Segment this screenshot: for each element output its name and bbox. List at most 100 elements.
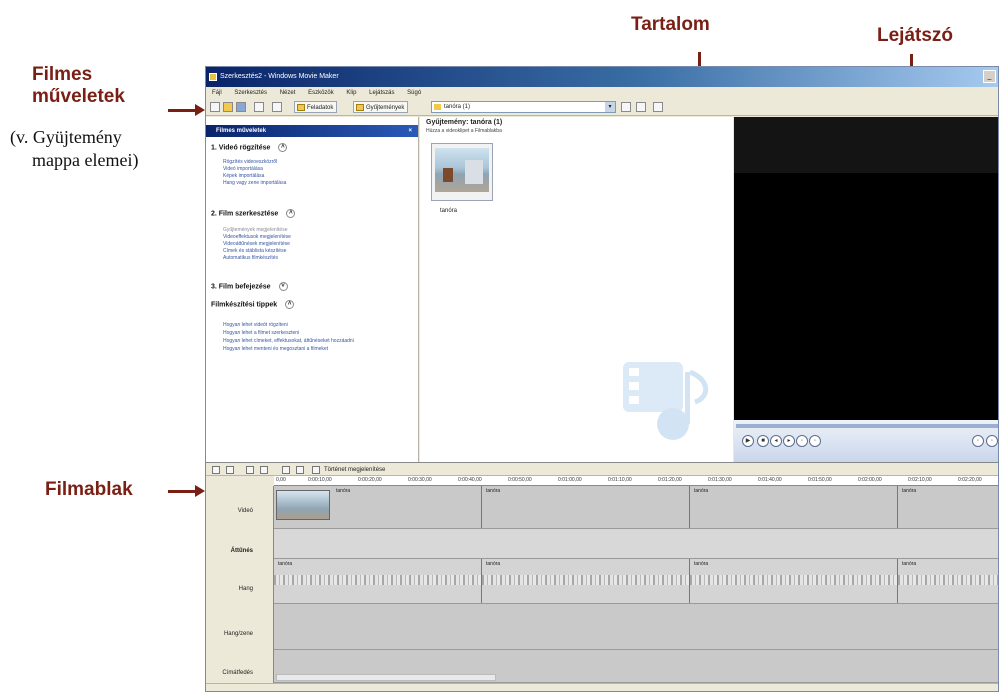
video-clip[interactable]: tanóra	[482, 486, 690, 528]
status-bar	[206, 683, 998, 691]
link-capture-from-device[interactable]: Rögzítés videoeszközről	[223, 159, 277, 165]
audio-clip-label: tanóra	[278, 561, 293, 567]
audio-clip[interactable]: tanóra	[482, 559, 690, 603]
link-tip-effects[interactable]: Hogyan lehet címeket, effektusokat, áttű…	[223, 338, 354, 344]
audio-clip-label: tanóra	[902, 561, 917, 567]
zoom-out-icon[interactable]	[260, 466, 268, 474]
video-clip-label: tanóra	[694, 488, 709, 494]
zoom-in-icon[interactable]	[246, 466, 254, 474]
audio-track[interactable]: tanóra tanóra tanóra tanóra	[274, 559, 998, 604]
menu-edit[interactable]: Szerkesztés	[234, 90, 267, 96]
redo-icon[interactable]	[272, 102, 282, 112]
collapse-icon[interactable]: ˄	[278, 143, 288, 152]
link-view-collections[interactable]: Gyűjtemények megjelenítése	[223, 227, 287, 233]
timeline-scrollbar[interactable]	[276, 674, 496, 681]
take-picture-button[interactable]: ◦	[986, 435, 998, 447]
ruler-tick: 0:00:40,00	[458, 477, 482, 483]
annotation-player: Lejátszó	[877, 25, 954, 46]
open-project-icon[interactable]	[223, 102, 233, 112]
narrate-icon[interactable]	[212, 466, 220, 474]
transition-track[interactable]	[274, 529, 998, 559]
seek-bar[interactable]	[736, 424, 998, 428]
stop-button[interactable]: ■	[757, 435, 769, 447]
window-title: Szerkesztés2 - Windows Movie Maker	[220, 73, 339, 80]
link-view-video-transitions[interactable]: Videoáttűnések megjelenítése	[223, 241, 290, 247]
new-project-icon[interactable]	[210, 102, 220, 112]
split-button[interactable]: ◦	[796, 435, 808, 447]
video-clip[interactable]: tanóra	[274, 486, 482, 528]
expand-icon[interactable]: ˅	[278, 282, 288, 291]
collapse-icon[interactable]: ˄	[285, 300, 295, 309]
audio-clip[interactable]: tanóra	[274, 559, 482, 603]
link-import-audio[interactable]: Hang vagy zene importálása	[223, 180, 286, 186]
tasks-button[interactable]: Feladatok	[294, 101, 338, 113]
annotation-collection-line2: mappa elemei)	[32, 149, 139, 170]
section-movie-tips[interactable]: Filmkészítési tippek ˄	[211, 300, 295, 309]
audio-waveform	[274, 575, 481, 585]
link-make-titles[interactable]: Címek és stáblista készítése	[223, 248, 286, 254]
video-clip[interactable]: tanóra	[690, 486, 898, 528]
music-track[interactable]	[274, 604, 998, 650]
collections-button[interactable]: Gyűjtemények	[353, 101, 409, 113]
section-title: 3. Film befejezése	[211, 283, 271, 291]
minimize-button[interactable]: _	[983, 70, 996, 83]
link-tip-capture[interactable]: Hogyan lehet videót rögzíteni	[223, 322, 288, 328]
timeline-ruler[interactable]: 0,00 0:00:10,00 0:00:20,00 0:00:30,00 0:…	[274, 476, 998, 486]
up-folder-icon[interactable]	[621, 102, 631, 112]
audio-clip[interactable]: tanóra	[898, 559, 998, 603]
fullscreen-button[interactable]: ◦	[972, 435, 984, 447]
play-button[interactable]: ▶	[742, 435, 754, 447]
ruler-tick: 0:02:00,00	[858, 477, 882, 483]
menu-clip[interactable]: Klip	[346, 90, 356, 96]
chevron-down-icon[interactable]: ▾	[605, 102, 615, 112]
section-title: Filmkészítési tippek	[211, 301, 278, 309]
collection-select[interactable]: tanóra (1) ▾	[431, 101, 616, 113]
clip-preview-image	[435, 148, 489, 192]
ruler-tick: 0:00:20,00	[358, 477, 382, 483]
video-clip[interactable]: tanóra	[898, 486, 998, 528]
menu-view[interactable]: Nézet	[280, 90, 296, 96]
section-title: 2. Film szerkesztése	[211, 210, 279, 218]
views-icon[interactable]	[653, 102, 663, 112]
rewind-icon[interactable]	[282, 466, 290, 474]
menu-play[interactable]: Lejátszás	[369, 90, 394, 96]
clip-thumbnail[interactable]	[431, 143, 493, 201]
link-tip-edit[interactable]: Hogyan lehet a filmet szerkeszteni	[223, 330, 299, 336]
snapshot-button[interactable]: ◦	[809, 435, 821, 447]
link-import-pictures[interactable]: Képek importálása	[223, 173, 264, 179]
play-timeline-icon[interactable]	[296, 466, 304, 474]
track-label-video: Videó	[237, 508, 253, 514]
timeline-toolbar: Történet megjelenítése	[206, 462, 998, 477]
video-track[interactable]: tanóra tanóra tanóra tanóra	[274, 486, 998, 529]
new-folder-icon[interactable]	[636, 102, 646, 112]
clip-label: tanóra	[440, 208, 458, 214]
section-capture-video[interactable]: 1. Videó rögzítése ˄	[211, 143, 288, 152]
close-icon[interactable]: ×	[408, 125, 412, 137]
annotation-film-tasks-line1: Filmes	[32, 64, 93, 85]
track-labels: Videó Áttűnés Hang Hang/zene Címátfedés	[206, 486, 274, 691]
menu-file[interactable]: Fájl	[212, 90, 222, 96]
link-automovie[interactable]: Automatikus filmkészítés	[223, 255, 278, 261]
save-project-icon[interactable]	[236, 102, 246, 112]
annotation-collection-note: (v. Gyüjtemény mappa elemei)	[10, 126, 138, 171]
section-finish-movie[interactable]: 3. Film befejezése ˅	[211, 282, 288, 291]
audio-levels-icon[interactable]	[226, 466, 234, 474]
undo-icon[interactable]	[254, 102, 264, 112]
collapse-icon[interactable]: ˄	[286, 209, 296, 218]
link-view-video-effects[interactable]: Videoeffektusok megjelenítése	[223, 234, 291, 240]
link-import-video[interactable]: Videó importálása	[223, 166, 263, 172]
annotation-film-tasks-line2: műveletek	[32, 85, 125, 107]
audio-clip[interactable]: tanóra	[690, 559, 898, 603]
next-frame-button[interactable]: ▸	[783, 435, 795, 447]
menu-tools[interactable]: Eszközök	[308, 90, 334, 96]
ruler-tick: 0:02:10,00	[908, 477, 932, 483]
storyboard-icon[interactable]	[312, 466, 320, 474]
video-clip-label: tanóra	[902, 488, 917, 494]
collection-select-value: tanóra (1)	[444, 104, 471, 110]
link-tip-share[interactable]: Hogyan lehet menteni és megosztani a fil…	[223, 346, 328, 352]
section-edit-movie[interactable]: 2. Film szerkesztése ˄	[211, 209, 296, 218]
previous-frame-button[interactable]: ◂	[770, 435, 782, 447]
show-storyboard-button[interactable]: Történet megjelenítése	[324, 463, 385, 477]
player-controls: ▶ ■ ◂ ▸ ◦ ◦ ◦ ◦	[734, 420, 998, 462]
menu-help[interactable]: Súgó	[407, 90, 421, 96]
